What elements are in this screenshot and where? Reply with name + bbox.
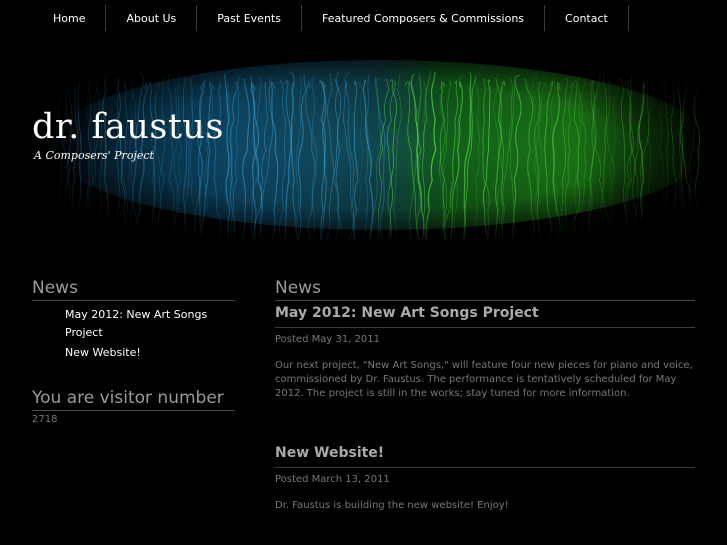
main-content: News May 2012: New Art Songs Project Pos…	[275, 278, 695, 513]
main-navigation: Home About Us Past Events Featured Compo…	[32, 5, 629, 31]
visitor-counter-heading: You are visitor number	[32, 388, 235, 411]
site-tagline: A Composers' Project	[34, 149, 154, 162]
nav-item-past-events[interactable]: Past Events	[197, 5, 302, 31]
sidebar-news-heading: News	[32, 278, 235, 301]
post-date: Posted May 31, 2011	[275, 334, 380, 345]
post-body: Dr. Faustus is building the new website!…	[275, 500, 509, 511]
site-title[interactable]: dr. faustus	[32, 107, 224, 147]
post-title-link[interactable]: May 2012: New Art Songs Project	[275, 301, 695, 328]
news-post: New Website! Posted March 13, 2011 Dr. F…	[275, 441, 695, 513]
nav-item-featured-composers[interactable]: Featured Composers & Commissions	[302, 5, 546, 31]
main-news-heading: News	[275, 278, 695, 301]
sidebar: News May 2012: New Art Songs Project New…	[32, 278, 235, 425]
visitor-count: 2718	[32, 414, 58, 425]
sidebar-news-item[interactable]: New Website!	[65, 344, 235, 362]
news-post: May 2012: New Art Songs Project Posted M…	[275, 301, 695, 401]
nav-item-contact[interactable]: Contact	[545, 5, 629, 31]
post-body: Our next project, "New Art Songs," will …	[275, 360, 693, 399]
post-date: Posted March 13, 2011	[275, 474, 390, 485]
nav-item-home[interactable]: Home	[32, 5, 107, 31]
sidebar-news-item[interactable]: May 2012: New Art Songs Project	[65, 306, 235, 342]
nav-item-about-us[interactable]: About Us	[106, 5, 198, 31]
post-title-link[interactable]: New Website!	[275, 441, 695, 468]
sidebar-news-list: May 2012: New Art Songs Project New Webs…	[32, 301, 235, 374]
